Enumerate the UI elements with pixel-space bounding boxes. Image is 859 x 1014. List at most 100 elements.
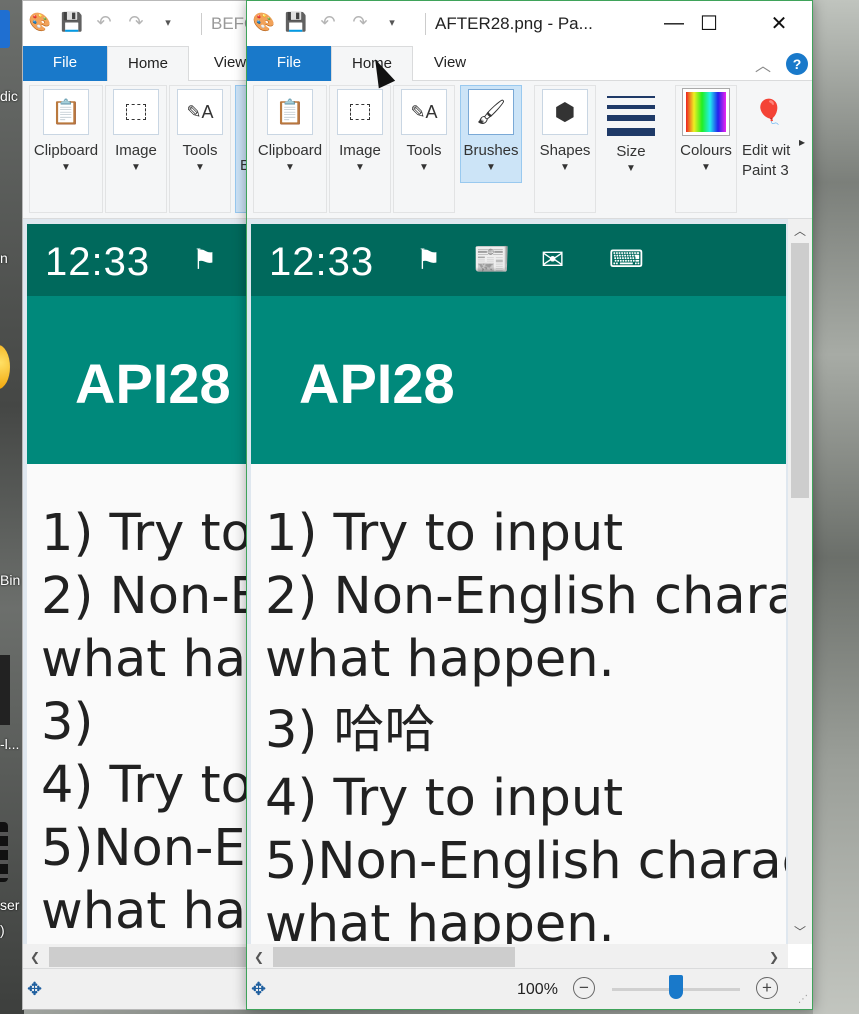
desktop-shortcut-icon[interactable] — [0, 655, 10, 725]
status-bar: ✥ — [23, 968, 247, 1009]
title-separator — [201, 13, 202, 35]
undo-icon[interactable]: ↶ — [93, 11, 115, 33]
content-line: 2) Non-E — [41, 567, 247, 626]
shapes-group[interactable]: ⬢ Shapes ▼ — [534, 85, 596, 213]
tab-view[interactable]: View — [205, 46, 247, 81]
content-line: 1) Try to — [41, 504, 247, 563]
size-group[interactable]: Size ▼ — [600, 85, 662, 213]
content-line: what hap — [41, 630, 247, 689]
tools-label: Tools — [182, 142, 218, 159]
colours-label: Colours — [680, 142, 732, 159]
recycle-bin-label: Bin — [0, 572, 21, 588]
tools-icon: ✎A — [401, 89, 447, 135]
redo-icon[interactable]: ↷ — [125, 11, 147, 33]
chevron-down-icon: ▼ — [285, 162, 295, 173]
chevron-down-icon: ▼ — [701, 162, 711, 173]
window-title: BEFO — [211, 14, 247, 33]
scroll-thumb[interactable] — [273, 947, 515, 967]
colours-group[interactable]: Colours ▼ — [675, 85, 737, 213]
image-group[interactable]: Image ▼ — [329, 85, 391, 213]
database-icon[interactable] — [0, 822, 8, 882]
paint-app-icon[interactable]: 🎨 — [253, 11, 275, 33]
ribbon-tabs: File Home View — [23, 46, 247, 82]
desktop-folder-icon[interactable] — [0, 345, 10, 389]
image-group[interactable]: Image ▼ — [105, 85, 167, 213]
flag-icon: ⚑ — [192, 244, 218, 275]
maximize-icon[interactable]: ☐ — [674, 1, 744, 46]
mail-icon: ✉ — [541, 244, 565, 275]
tab-view[interactable]: View — [425, 46, 475, 81]
title-bar[interactable]: 🎨 💾 ↶ ↷ ▾ BEFO — [23, 1, 247, 46]
clipboard-group[interactable]: 📋 Clipboard ▼ — [29, 85, 103, 213]
brushes-group[interactable]: 🖌 Brushes ▼ — [460, 85, 522, 183]
move-icon: ✥ — [251, 979, 267, 999]
resize-grip-icon[interactable]: ⋰ — [798, 994, 808, 1005]
brushes-label: Brushes — [463, 142, 519, 159]
image-canvas[interactable]: 12:33 ⚑ API28 1) Try to 2) Non-E what ha… — [23, 219, 247, 944]
ribbon: 📋 Clipboard ▼ Image ▼ ✎A Tools ▼ B — [23, 81, 247, 219]
scroll-thumb[interactable] — [791, 243, 809, 498]
scroll-right-arrow[interactable]: ❯ — [762, 944, 786, 970]
collapse-ribbon-icon[interactable]: ︿ — [755, 52, 771, 76]
scroll-thumb[interactable] — [49, 947, 247, 967]
scroll-left-arrow[interactable]: ❮ — [23, 944, 47, 970]
chevron-down-icon: ▼ — [195, 162, 205, 173]
title-separator — [425, 13, 426, 35]
help-icon[interactable]: ? — [786, 53, 808, 75]
phone-content: 1) Try to 2) Non-E what hap 3) 4) Try to… — [41, 502, 247, 943]
clipboard-label: Clipboard — [257, 142, 323, 159]
shapes-label: Shapes — [539, 142, 591, 159]
content-line: 4) Try to — [41, 756, 247, 815]
chevron-down-icon: ▼ — [486, 162, 496, 173]
close-icon[interactable]: ✕ — [744, 1, 812, 46]
paint-window-after[interactable]: 🎨 💾 ↶ ↷ ▾ AFTER28.png - Pa... — ☐ ✕ File… — [246, 0, 813, 1010]
content-line: 5)Non-English charact — [265, 832, 786, 891]
desktop-icon-label: n — [0, 250, 8, 266]
chevron-down-icon: ▼ — [626, 163, 636, 174]
keyboard-icon: ⌨ — [609, 246, 644, 273]
move-icon: ✥ — [27, 979, 43, 999]
customize-toolbar-icon[interactable]: ▾ — [157, 11, 179, 33]
tab-file[interactable]: File — [23, 46, 107, 81]
tab-home[interactable]: Home — [107, 46, 189, 82]
tools-group[interactable]: ✎A Tools ▼ — [169, 85, 231, 213]
status-bar: ✥ 100% − + ⋰ — [247, 968, 812, 1009]
image-label: Image — [339, 142, 381, 159]
zoom-slider-thumb[interactable] — [669, 975, 683, 999]
save-icon[interactable]: 💾 — [285, 11, 307, 33]
window-title: AFTER28.png - Pa... — [435, 14, 593, 33]
desktop-right-strip — [813, 0, 859, 1014]
image-canvas[interactable]: 12:33 ⚑ 📰 ✉ ⌨ API28 1) Try to input 2) N… — [247, 219, 812, 944]
content-line: what hap — [41, 882, 247, 941]
clipboard-icon: 📋 — [267, 89, 313, 135]
phone-screenshot: 12:33 ⚑ 📰 ✉ ⌨ API28 1) Try to input 2) N… — [251, 224, 786, 944]
title-bar[interactable]: 🎨 💾 ↶ ↷ ▾ AFTER28.png - Pa... — ☐ ✕ — [247, 1, 812, 46]
scroll-down-arrow[interactable]: ﹀ — [788, 920, 812, 944]
zoom-out-icon[interactable]: − — [573, 977, 595, 999]
tab-file[interactable]: File — [247, 46, 331, 81]
paint3d-label-line2: Paint 3 — [742, 162, 789, 179]
zoom-in-icon[interactable]: + — [756, 977, 778, 999]
horizontal-scrollbar[interactable]: ❮ ❯ — [247, 944, 788, 970]
tools-label: Tools — [406, 142, 442, 159]
flag-icon: ⚑ — [416, 244, 442, 275]
paint-window-before[interactable]: 🎨 💾 ↶ ↷ ▾ BEFO File Home View 📋 Clipboar… — [22, 0, 248, 1010]
paint3d-icon: 🎈 — [754, 98, 784, 126]
horizontal-scrollbar[interactable]: ❮ — [23, 944, 247, 970]
scroll-up-arrow[interactable]: ︿ — [788, 219, 812, 243]
customize-toolbar-icon[interactable]: ▾ — [381, 11, 403, 33]
save-icon[interactable]: 💾 — [61, 11, 83, 33]
app-title: API28 — [299, 352, 455, 415]
scroll-left-arrow[interactable]: ❮ — [247, 944, 271, 970]
undo-icon[interactable]: ↶ — [317, 11, 339, 33]
colours-icon — [682, 88, 730, 136]
paint-app-icon[interactable]: 🎨 — [29, 11, 51, 33]
chevron-down-icon: ▼ — [131, 162, 141, 173]
tools-group[interactable]: ✎A Tools ▼ — [393, 85, 455, 213]
vertical-scrollbar[interactable]: ︿ ﹀ — [788, 219, 812, 944]
edit-with-paint3d-button[interactable]: 🎈 Edit wit Paint 3 — [741, 85, 793, 213]
ribbon-scroll-right-icon[interactable]: ▸ — [792, 85, 812, 213]
clipboard-group[interactable]: 📋 Clipboard ▼ — [253, 85, 327, 213]
redo-icon[interactable]: ↷ — [349, 11, 371, 33]
desktop-app-icon[interactable] — [0, 10, 10, 48]
